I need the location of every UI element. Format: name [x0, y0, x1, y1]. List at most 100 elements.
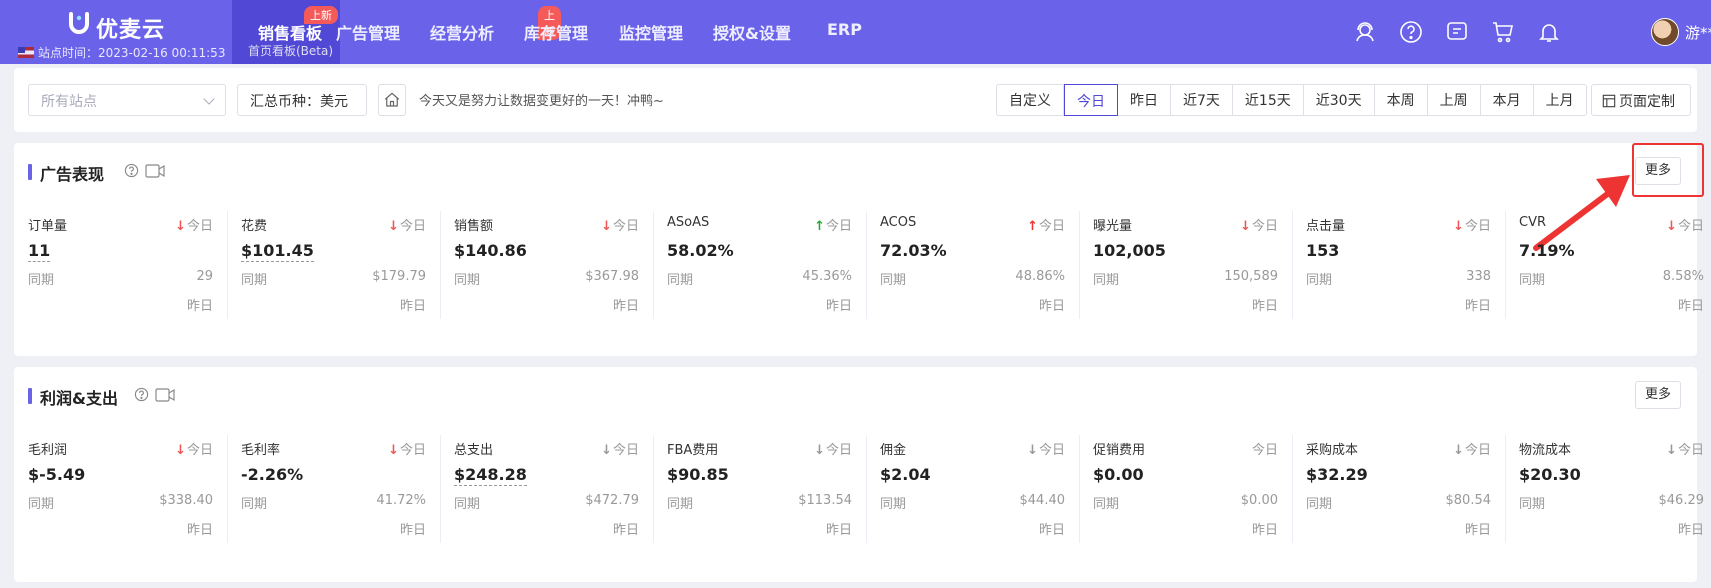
divider [227, 435, 228, 543]
metric-value: -2.26% [241, 465, 304, 484]
metric-name: CVR [1519, 215, 1547, 230]
metric-card: 物流成本 ↓今日 $20.30 同期 $46.29 昨日 [1505, 435, 1711, 560]
metric-value[interactable]: 11 [28, 241, 51, 262]
metric-value: $90.85 [667, 465, 729, 484]
metric-card: 点击量 ↓今日 153 同期 338 昨日 [1292, 211, 1505, 336]
metric-card: ASoAS ↑今日 58.02% 同期 45.36% 昨日 [653, 211, 866, 336]
previous-value: $367.98 [585, 269, 639, 284]
same-period-label: 同期 [241, 497, 268, 512]
username[interactable]: 游***号 [1685, 22, 1711, 43]
metric-name: ACOS [880, 215, 917, 230]
video-icon[interactable] [155, 388, 175, 402]
range-this-week[interactable]: 本周 [1375, 85, 1428, 115]
home-icon [384, 92, 400, 107]
same-period-label: 同期 [28, 273, 55, 288]
metrics-row: 毛利润 ↓今日 $-5.49 同期 $338.40 昨日 毛利率 ↓今日 -2.26% 同期 41.… [14, 435, 1704, 560]
metric-value[interactable]: $248.28 [454, 465, 527, 486]
metric-value: $2.04 [880, 465, 931, 484]
chevron-down-icon [203, 93, 215, 105]
range-today[interactable]: 今日 [1064, 84, 1118, 116]
range-custom[interactable]: 自定义 [997, 85, 1064, 115]
same-period-label: 同期 [1306, 497, 1333, 512]
metric-card: 佣金 ↓今日 $2.04 同期 $44.40 昨日 [866, 435, 1079, 560]
metric-card: 毛利润 ↓今日 $-5.49 同期 $338.40 昨日 [14, 435, 227, 560]
avatar[interactable] [1651, 18, 1679, 46]
nav-sales-board[interactable]: 销售看板 首页看板(Beta) 上新 [232, 0, 340, 64]
yesterday-label: 昨日 [399, 299, 426, 314]
previous-value: $113.54 [798, 493, 852, 508]
metric-name: 促销费用 [1093, 443, 1146, 458]
metric-trend[interactable]: ↑今日 [1027, 215, 1065, 234]
metric-trend[interactable]: ↓今日 [1453, 439, 1491, 458]
new-badge: 上新 [304, 6, 338, 24]
filter-bar: 所有站点 汇总币种：美元 今天又是努力让数据变更好的一天！冲鸭~ 自定义 今日 … [14, 68, 1697, 132]
range-15d[interactable]: 近15天 [1233, 85, 1304, 115]
bell-icon[interactable] [1537, 20, 1561, 44]
metric-trend[interactable]: ↑今日 [814, 215, 852, 234]
metric-trend[interactable]: ↓今日 [175, 439, 213, 458]
customer-service-icon[interactable] [1353, 20, 1377, 44]
metric-card: 采购成本 ↓今日 $32.29 同期 $80.54 昨日 [1292, 435, 1505, 560]
previous-value: $472.79 [585, 493, 639, 508]
video-icon[interactable] [145, 164, 165, 178]
customize-page-button[interactable]: 页面定制 [1591, 84, 1691, 116]
metric-card: 毛利率 ↓今日 -2.26% 同期 41.72% 昨日 [227, 435, 440, 560]
question-icon[interactable] [124, 163, 139, 178]
metric-trend[interactable]: ↓今日 [388, 215, 426, 234]
question-icon[interactable] [134, 387, 149, 402]
trend-arrow-icon: ↓ [814, 443, 825, 458]
metric-name: ASoAS [667, 215, 710, 230]
home-button[interactable] [378, 84, 406, 116]
metric-trend[interactable]: ↓今日 [1666, 439, 1704, 458]
help-icon[interactable] [1399, 20, 1423, 44]
metric-name: 订单量 [28, 219, 68, 234]
range-last-month[interactable]: 上月 [1534, 85, 1586, 115]
range-last-week[interactable]: 上周 [1428, 85, 1481, 115]
trend-arrow-icon: ↓ [1666, 219, 1677, 234]
site-select[interactable]: 所有站点 [28, 84, 226, 116]
section-title: 广告表现 [28, 161, 104, 185]
metric-trend[interactable]: 今日 [1252, 439, 1278, 458]
metric-trend[interactable]: ↓今日 [1240, 215, 1278, 234]
us-flag-icon [18, 47, 34, 58]
range-yesterday[interactable]: 昨日 [1118, 85, 1171, 115]
more-button[interactable]: 更多 [1635, 381, 1681, 409]
metric-trend[interactable]: ↓今日 [1027, 439, 1065, 458]
range-this-month[interactable]: 本月 [1481, 85, 1534, 115]
message-icon[interactable] [1445, 20, 1469, 44]
trend-arrow-icon: ↓ [1666, 443, 1677, 458]
yesterday-label: 昨日 [1251, 523, 1278, 538]
same-period-label: 同期 [1093, 497, 1120, 512]
currency-select[interactable]: 汇总币种：美元 [237, 84, 367, 116]
metric-card: ACOS ↑今日 72.03% 同期 48.86% 昨日 [866, 211, 1079, 336]
metric-trend[interactable]: ↓今日 [601, 439, 639, 458]
metric-name: 毛利润 [28, 443, 68, 458]
metric-trend[interactable]: ↓今日 [1666, 215, 1704, 234]
metric-card: 订单量 ↓今日 11 同期 29 昨日 [14, 211, 227, 336]
previous-value: 29 [196, 269, 213, 284]
metric-trend[interactable]: ↓今日 [814, 439, 852, 458]
metric-trend[interactable]: ↓今日 [175, 215, 213, 234]
cart-icon[interactable] [1491, 20, 1515, 44]
site-time: 站点时间：2023-02-16 00:11:53 [18, 44, 225, 61]
previous-value: $179.79 [372, 269, 426, 284]
motto-text: 今天又是努力让数据变更好的一天！冲鸭~ [419, 94, 664, 109]
more-button[interactable]: 更多 [1635, 157, 1681, 185]
range-7d[interactable]: 近7天 [1171, 85, 1233, 115]
metric-value[interactable]: $101.45 [241, 241, 314, 262]
trend-arrow-icon: ↓ [175, 443, 186, 458]
metric-card: 曝光量 ↓今日 102,005 同期 150,589 昨日 [1079, 211, 1292, 336]
top-navbar: 优麦云 站点时间：2023-02-16 00:11:53 销售看板 首页看板(B… [0, 0, 1711, 64]
logo[interactable]: 优麦云 站点时间：2023-02-16 00:11:53 [18, 6, 228, 62]
metric-trend[interactable]: ↓今日 [1453, 215, 1491, 234]
divider [440, 435, 441, 543]
metric-trend[interactable]: ↓今日 [388, 439, 426, 458]
metric-trend[interactable]: ↓今日 [601, 215, 639, 234]
previous-value: 8.58% [1662, 269, 1704, 284]
metric-name: 总支出 [454, 443, 494, 458]
metric-card: 促销费用 今日 $0.00 同期 $0.00 昨日 [1079, 435, 1292, 560]
section-title: 利润&支出 [28, 385, 118, 409]
metric-name: 佣金 [880, 443, 907, 458]
range-30d[interactable]: 近30天 [1304, 85, 1375, 115]
yesterday-label: 昨日 [186, 299, 213, 314]
